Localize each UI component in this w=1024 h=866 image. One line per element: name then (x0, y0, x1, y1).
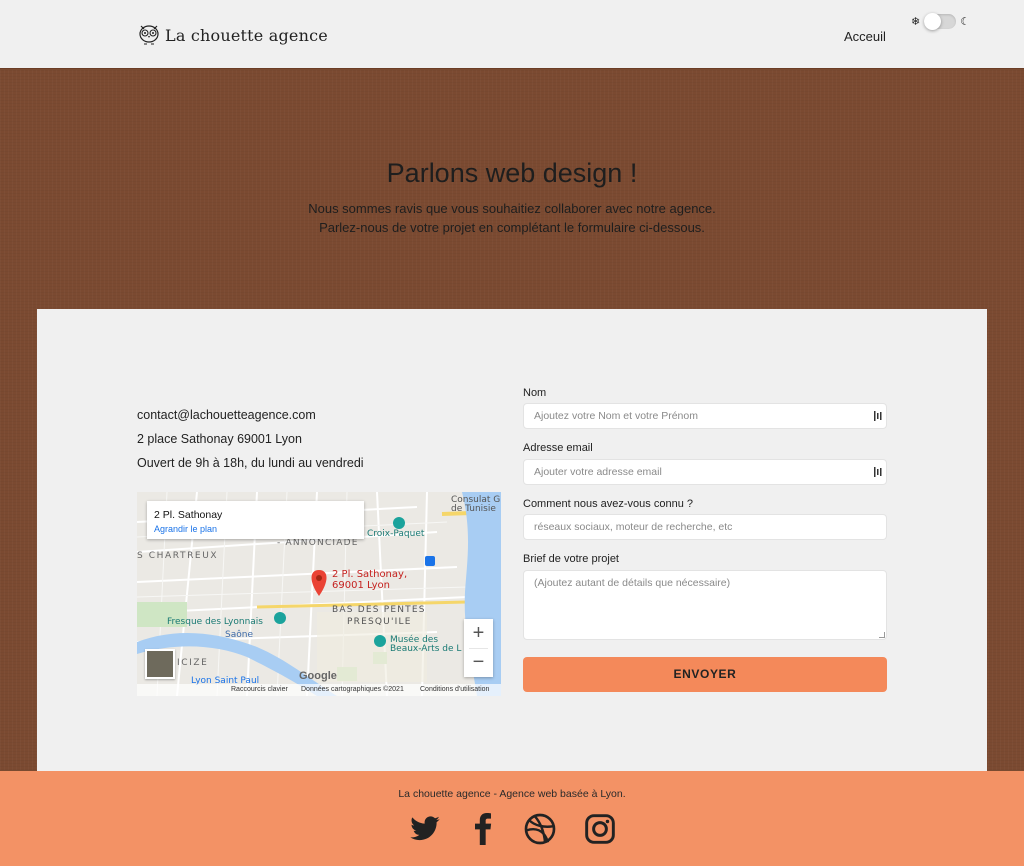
map-info-card: 2 Pl. Sathonay Agrandir le plan (147, 501, 364, 539)
brief-textarea[interactable]: (Ajoutez autant de détails que nécessair… (523, 570, 887, 640)
logo-text: La chouette agence (165, 25, 328, 45)
map-data-credit: Données cartographiques ©2021 (301, 686, 404, 693)
hero-subtitle-line-2: Parlez-nous de votre projet en complétan… (319, 220, 705, 235)
dribbble-icon[interactable] (524, 813, 556, 845)
theme-toggle[interactable]: ❄ ☾ (911, 13, 971, 30)
moon-icon: ☾ (960, 15, 971, 28)
map-label-musee-2: Beaux-Arts de L (390, 644, 462, 654)
page-title: Parlons web design ! (386, 158, 638, 188)
map-label-bas-pentes: BAS DES PENTES (332, 605, 426, 615)
name-field[interactable]: Ajoutez votre Nom et votre Prénom (523, 403, 887, 429)
map-label-presquile: PRESQU'ILE (347, 617, 412, 627)
map-footer: Raccourcis clavier Données cartographiqu… (137, 684, 501, 696)
nav-link-accueil[interactable]: Acceuil (844, 29, 886, 44)
logo[interactable]: La chouette agence (138, 22, 328, 48)
enlarge-map-link[interactable]: Agrandir le plan (154, 524, 217, 534)
twitter-icon[interactable] (409, 813, 441, 845)
site-header: La chouette agence Acceuil ❄ ☾ (0, 0, 1024, 69)
resize-handle[interactable] (879, 632, 885, 638)
zoom-out-button[interactable]: − (464, 648, 493, 677)
instagram-icon[interactable] (584, 813, 616, 845)
google-map[interactable]: S CHARTREUX - ANNONCIADE BAS DES PENTES … (137, 492, 501, 696)
source-placeholder: réseaux sociaux, moteur de recherche, et… (534, 521, 733, 533)
email-placeholder: Ajouter votre adresse email (534, 466, 662, 478)
source-field[interactable]: réseaux sociaux, moteur de recherche, et… (523, 514, 887, 540)
zoom-in-button[interactable]: + (464, 619, 493, 648)
submit-button[interactable]: ENVOYER (523, 657, 887, 692)
zoom-controls: + − (464, 619, 493, 677)
owl-icon (139, 25, 159, 45)
map-label-fresque: Fresque des Lyonnais (167, 617, 263, 627)
map-label-chartreux: S CHARTREUX (137, 551, 219, 561)
map-marker-label-2: 69001 Lyon (332, 580, 391, 591)
password-manager-icon (874, 467, 882, 477)
hero-subtitle-line-1: Nous sommes ravis que vous souhaitiez co… (308, 201, 716, 216)
site-footer: La chouette agence - Agence web basée à … (0, 771, 1024, 866)
map-label-saone: Saône (225, 630, 253, 640)
map-label-annonciade: - ANNONCIADE (277, 538, 359, 548)
google-logo: Google (299, 670, 337, 682)
satellite-toggle[interactable] (145, 649, 175, 679)
map-label-icize: ICIZE (177, 658, 209, 668)
map-shortcuts-link[interactable]: Raccourcis clavier (231, 686, 288, 693)
theme-switch[interactable] (924, 13, 957, 30)
brief-placeholder: (Ajoutez autant de détails que nécessair… (534, 577, 731, 589)
snowflake-sun-icon: ❄ (911, 15, 921, 28)
contact-email[interactable]: contact@lachouetteagence.com (137, 408, 316, 422)
contact-address: 2 place Sathonay 69001 Lyon (137, 432, 302, 446)
map-label-tunisie: de Tunisie (451, 504, 496, 514)
source-label: Comment nous avez-vous connu ? (523, 498, 693, 510)
footer-text: La chouette agence - Agence web basée à … (398, 788, 626, 800)
map-info-title: 2 Pl. Sathonay (154, 509, 223, 521)
map-terms-link[interactable]: Conditions d'utilisation (420, 686, 489, 693)
email-field[interactable]: Ajouter votre adresse email (523, 459, 887, 485)
email-label: Adresse email (523, 442, 593, 454)
contact-hours: Ouvert de 9h à 18h, du lundi au vendredi (137, 456, 364, 470)
password-manager-icon (874, 411, 882, 421)
map-marker-label-1: 2 Pl. Sathonay, (332, 569, 408, 580)
facebook-icon[interactable] (467, 813, 499, 845)
name-placeholder: Ajoutez votre Nom et votre Prénom (534, 410, 698, 422)
name-label: Nom (523, 387, 547, 399)
brief-label: Brief de votre projet (523, 553, 619, 565)
switch-knob (924, 13, 942, 30)
map-label-croix-paquet: Croix-Paquet (367, 529, 425, 539)
contact-card: contact@lachouetteagence.com 2 place Sat… (37, 309, 987, 771)
